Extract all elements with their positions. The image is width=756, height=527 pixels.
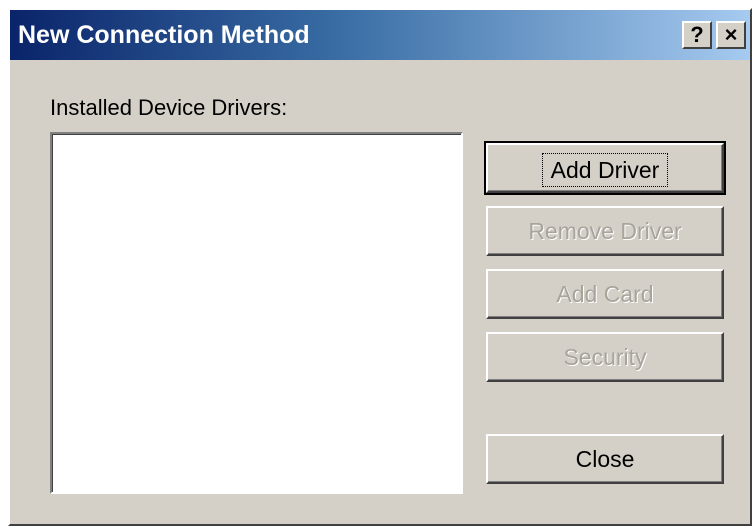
title-bar[interactable]: New Connection Method ? × [10,10,750,60]
dialog-title: New Connection Method [18,21,310,49]
installed-drivers-list[interactable] [50,132,463,494]
close-button[interactable]: Close [486,434,724,484]
add-driver-label: Add Driver [541,152,669,187]
remove-driver-button: Remove Driver [486,206,724,256]
add-driver-button[interactable]: Add Driver [484,141,726,195]
help-icon: ? [690,22,704,47]
add-card-label: Add Card [556,281,654,307]
add-card-button: Add Card [486,269,724,319]
close-icon: × [724,22,738,47]
installed-drivers-label: Installed Device Drivers: [50,95,288,120]
help-button[interactable]: ? [682,21,712,49]
security-button: Security [486,332,724,382]
remove-driver-label: Remove Driver [528,218,682,244]
new-connection-method-dialog: New Connection Method ? × Installed Devi… [8,8,752,526]
close-window-button[interactable]: × [716,21,746,49]
security-label: Security [563,344,647,370]
close-label: Close [575,446,635,472]
